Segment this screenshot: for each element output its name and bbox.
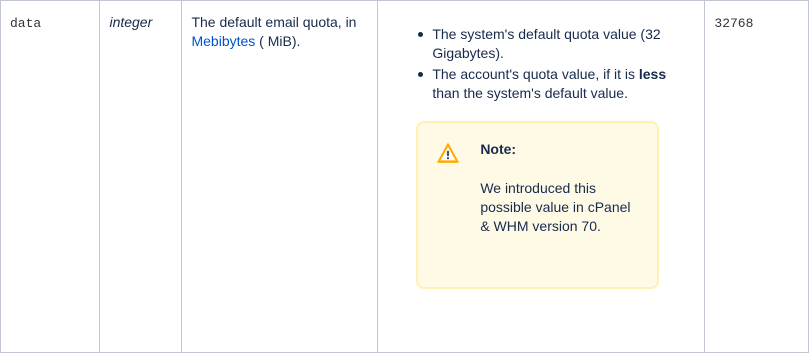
parameter-type: integer xyxy=(109,14,153,30)
possible-values-list: The system's default quota value (32 Gig… xyxy=(414,25,676,103)
table-row: data integer The default email quota, in… xyxy=(0,0,809,353)
example-cell: 32768 xyxy=(704,0,809,353)
description-before: The default email quota, in xyxy=(191,14,357,30)
value-item-text: The system's default quota value (32 Gig… xyxy=(432,26,661,61)
example-value: 32768 xyxy=(714,16,754,31)
list-item: The account's quota value, if it is less… xyxy=(418,65,676,103)
parameter-table: data integer The default email quota, in… xyxy=(0,0,809,353)
bullet-icon xyxy=(418,32,424,37)
value-item-text-before: The account's quota value, if it is xyxy=(432,66,639,82)
description-text: The default email quota, in Mebibytes ( … xyxy=(182,1,377,51)
possible-values-cell: The system's default quota value (32 Gig… xyxy=(377,0,706,353)
mebibytes-link[interactable]: Mebibytes xyxy=(191,33,255,49)
parameter-name: data xyxy=(10,16,42,31)
description-after: ( MiB). xyxy=(255,33,301,49)
parameter-type-cell: integer xyxy=(99,0,183,353)
list-item: The system's default quota value (32 Gig… xyxy=(418,25,676,63)
parameter-name-cell: data xyxy=(0,0,101,353)
bullet-icon xyxy=(418,72,424,77)
warning-icon xyxy=(437,143,460,163)
note-body: We introduced this possible value in cPa… xyxy=(480,180,631,234)
value-item-emphasis: less xyxy=(638,66,667,82)
description-cell: The default email quota, in Mebibytes ( … xyxy=(181,0,379,353)
note-panel: Note: We introduced this possible value … xyxy=(416,121,660,289)
note-title: Note: xyxy=(480,141,517,157)
value-item-text-after: than the system's default value. xyxy=(432,85,628,101)
